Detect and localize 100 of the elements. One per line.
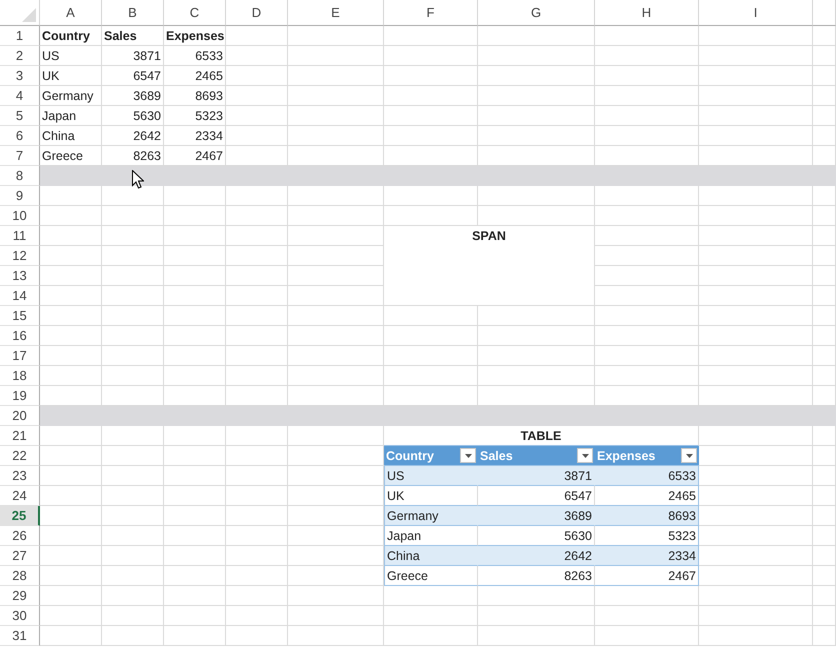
row-header[interactable]: 31: [0, 626, 40, 646]
empty-cell: [226, 146, 288, 166]
row-header[interactable]: 11: [0, 226, 40, 246]
empty-cell: [164, 226, 226, 246]
caret-icon: [464, 454, 472, 458]
empty-cell: [226, 246, 288, 266]
row-header[interactable]: 19: [0, 386, 40, 406]
empty-cell: [813, 146, 836, 166]
row-header[interactable]: 5: [0, 106, 40, 126]
table-cell: US: [40, 46, 102, 66]
row-header[interactable]: 25: [0, 506, 40, 526]
row-header[interactable]: 22: [0, 446, 40, 466]
column-header[interactable]: I: [699, 0, 813, 26]
empty-cell: [226, 626, 288, 646]
empty-cell: [164, 286, 226, 306]
empty-cell: [40, 306, 102, 326]
row-header[interactable]: 14: [0, 286, 40, 306]
row-header[interactable]: 9: [0, 186, 40, 206]
row-header[interactable]: 6: [0, 126, 40, 146]
empty-cell: [813, 346, 836, 366]
empty-cell: [813, 386, 836, 406]
table-cell: US: [384, 466, 478, 486]
empty-cell: [102, 586, 164, 606]
table-cell: 3871: [102, 46, 164, 66]
empty-cell: [226, 566, 288, 586]
empty-cell: [102, 506, 164, 526]
row-header[interactable]: 16: [0, 326, 40, 346]
row-header[interactable]: 2: [0, 46, 40, 66]
empty-cell: [40, 486, 102, 506]
row-header[interactable]: 7: [0, 146, 40, 166]
row-header[interactable]: 1: [0, 26, 40, 46]
table-cell: 3689: [478, 506, 595, 526]
row-header[interactable]: 23: [0, 466, 40, 486]
empty-cell: [226, 326, 288, 346]
table-cell: 6533: [164, 46, 226, 66]
row-header[interactable]: 21: [0, 426, 40, 446]
table-cell: Germany: [384, 506, 478, 526]
empty-cell: [813, 66, 836, 86]
table-cell: 2467: [595, 566, 699, 586]
table-cell: 2642: [478, 546, 595, 566]
filter-dropdown-button[interactable]: [577, 448, 593, 463]
table-cell: Japan: [40, 106, 102, 126]
row-header[interactable]: 15: [0, 306, 40, 326]
empty-cell: [813, 566, 836, 586]
empty-cell: [813, 246, 836, 266]
empty-cell: [226, 186, 288, 206]
empty-cell: [102, 266, 164, 286]
empty-cell: [102, 446, 164, 466]
column-header[interactable]: C: [164, 0, 226, 26]
empty-cell: [813, 26, 836, 46]
row-header[interactable]: 3: [0, 66, 40, 86]
empty-cell: [102, 246, 164, 266]
column-header[interactable]: B: [102, 0, 164, 26]
empty-cell: [226, 386, 288, 406]
row-header[interactable]: 12: [0, 246, 40, 266]
column-header[interactable]: E: [288, 0, 384, 26]
filter-dropdown-button[interactable]: [681, 448, 697, 463]
empty-cell: [102, 626, 164, 646]
row-header[interactable]: 17: [0, 346, 40, 366]
empty-cell: [40, 206, 102, 226]
row-header[interactable]: 27: [0, 546, 40, 566]
column-header[interactable]: F: [384, 0, 478, 26]
empty-cell: [40, 286, 102, 306]
empty-cell: [40, 526, 102, 546]
column-header[interactable]: A: [40, 0, 102, 26]
row-header[interactable]: 4: [0, 86, 40, 106]
empty-cell: [164, 506, 226, 526]
empty-cell: [813, 86, 836, 106]
row-header[interactable]: 26: [0, 526, 40, 546]
row-header[interactable]: 28: [0, 566, 40, 586]
row-header[interactable]: 18: [0, 366, 40, 386]
table-cell: UK: [40, 66, 102, 86]
empty-cell: [40, 346, 102, 366]
empty-cell: [164, 186, 226, 206]
filter-dropdown-button[interactable]: [460, 448, 476, 463]
empty-cell: [40, 186, 102, 206]
empty-cell: [813, 306, 836, 326]
column-header[interactable]: H: [595, 0, 699, 26]
column-header[interactable]: G: [478, 0, 595, 26]
table-cell: 2467: [164, 146, 226, 166]
table-cell: 2642: [102, 126, 164, 146]
empty-cell: [164, 426, 226, 446]
empty-cell: [226, 266, 288, 286]
empty-cell: [164, 566, 226, 586]
row-header[interactable]: 10: [0, 206, 40, 226]
table-cell: 3689: [102, 86, 164, 106]
empty-cell: [226, 126, 288, 146]
empty-cell: [164, 306, 226, 326]
column-name: Expenses: [597, 448, 656, 462]
row-header[interactable]: 29: [0, 586, 40, 606]
empty-cell: [813, 446, 836, 466]
column-header[interactable]: D: [226, 0, 288, 26]
empty-cell: [226, 466, 288, 486]
row-header[interactable]: 30: [0, 606, 40, 626]
empty-cell: [226, 286, 288, 306]
empty-cell: [813, 226, 836, 246]
row-header[interactable]: 13: [0, 266, 40, 286]
table-cell: China: [40, 126, 102, 146]
table-cell: 3871: [478, 466, 595, 486]
empty-cell: [40, 246, 102, 266]
